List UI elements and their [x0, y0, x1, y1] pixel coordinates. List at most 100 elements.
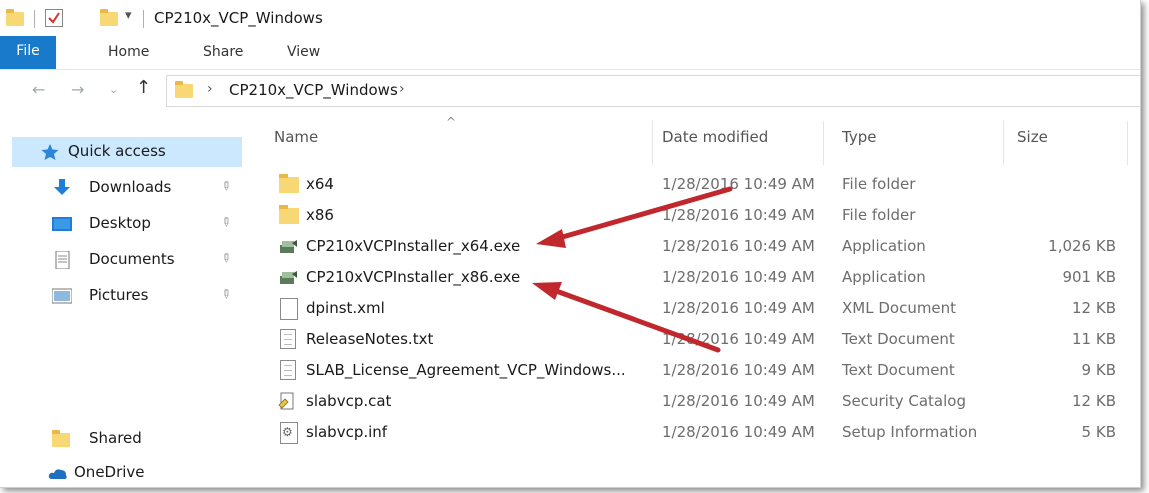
forward-arrow-icon[interactable]: → [71, 80, 84, 99]
sidebar-item-documents[interactable]: Documents ✎ [12, 245, 242, 275]
title-separator-2 [143, 10, 144, 28]
documents-icon [55, 251, 70, 269]
column-separator[interactable] [823, 121, 824, 165]
folder-icon [52, 430, 70, 447]
sidebar-item-label: Documents [89, 250, 175, 268]
new-folder-icon[interactable] [100, 9, 118, 26]
sidebar-item-desktop[interactable]: Desktop ✎ [12, 209, 242, 239]
sidebar-item-label: Desktop [89, 214, 151, 232]
file-size: 1,026 KB [1048, 237, 1116, 255]
file-type: Application [842, 237, 926, 255]
breadcrumb-chevron-icon[interactable]: › [399, 81, 405, 97]
file-row[interactable]: ReleaseNotes.txt 1/28/2016 10:49 AM Text… [256, 325, 1136, 356]
file-name: CP210xVCPInstaller_x64.exe [306, 237, 521, 255]
file-size: 9 KB [1081, 361, 1116, 379]
sidebar-item-label: Shared [89, 429, 142, 447]
setup-info-icon [280, 422, 298, 444]
recent-locations-chevron-icon[interactable]: ⌄ [109, 83, 118, 96]
file-date: 1/28/2016 10:49 AM [662, 268, 815, 286]
column-separator[interactable] [1003, 121, 1004, 165]
file-row[interactable]: SLAB_License_Agreement_VCP_Windows... 1/… [256, 356, 1136, 387]
file-type: Text Document [842, 361, 955, 379]
file-size: 901 KB [1062, 268, 1116, 286]
file-row[interactable]: x86 1/28/2016 10:49 AM File folder [256, 201, 1136, 232]
file-date: 1/28/2016 10:49 AM [662, 237, 815, 255]
tab-view[interactable]: View [287, 44, 320, 60]
file-date: 1/28/2016 10:49 AM [662, 423, 815, 441]
pin-icon[interactable]: ✎ [218, 285, 235, 302]
navigation-bar: ← → ⌄ ↑ › CP210x_VCP_Windows › [0, 69, 1140, 113]
file-list: ^ Name Date modified Type Size x64 1/28/… [256, 113, 1140, 487]
file-size: 12 KB [1072, 392, 1116, 410]
properties-checkmark-icon[interactable] [45, 9, 63, 27]
file-date: 1/28/2016 10:49 AM [662, 175, 815, 193]
folder-icon [279, 174, 299, 193]
cloud-icon [48, 469, 67, 479]
back-arrow-icon[interactable]: ← [32, 80, 45, 99]
file-row[interactable]: dpinst.xml 1/28/2016 10:49 AM XML Docume… [256, 294, 1136, 325]
column-header-type[interactable]: Type [842, 128, 876, 146]
file-size: 5 KB [1081, 423, 1116, 441]
column-separator[interactable] [652, 121, 653, 165]
folder-icon [279, 205, 299, 224]
file-name: x86 [306, 206, 334, 224]
sidebar-item-pictures[interactable]: Pictures ✎ [12, 281, 242, 311]
file-name: slabvcp.inf [306, 423, 388, 441]
folder-icon [175, 81, 193, 98]
file-type: Application [842, 268, 926, 286]
sort-ascending-icon: ^ [446, 115, 457, 129]
pin-icon[interactable]: ✎ [218, 213, 235, 230]
file-date: 1/28/2016 10:49 AM [662, 299, 815, 317]
tab-share[interactable]: Share [203, 44, 243, 60]
pin-icon[interactable]: ✎ [218, 249, 235, 266]
title-bar: ▾ CP210x_VCP_Windows [0, 0, 1140, 36]
file-type: Setup Information [842, 423, 978, 441]
window-title: CP210x_VCP_Windows [154, 9, 323, 27]
ribbon-tabs: File Home Share View [0, 36, 1140, 70]
installer-icon [280, 271, 297, 284]
sidebar-item-onedrive[interactable]: OneDrive [12, 463, 242, 487]
tab-file[interactable]: File [0, 36, 56, 69]
desktop-icon [52, 217, 72, 231]
file-size: 11 KB [1072, 330, 1116, 348]
security-catalog-icon [278, 392, 294, 410]
file-type: File folder [842, 206, 916, 224]
column-header-name[interactable]: Name [274, 128, 318, 146]
file-date: 1/28/2016 10:49 AM [662, 361, 815, 379]
sidebar-item-quick-access[interactable]: Quick access [12, 137, 242, 167]
file-size: 12 KB [1072, 299, 1116, 317]
sidebar-item-label: Quick access [68, 142, 166, 160]
column-header-date-modified[interactable]: Date modified [662, 128, 768, 146]
text-document-icon [280, 360, 296, 380]
quick-access-toolbar-dropdown-icon[interactable]: ▾ [125, 8, 132, 23]
file-type: XML Document [842, 299, 957, 317]
navigation-pane: Quick access Downloads ✎ Desktop ✎ Docum… [0, 113, 255, 487]
download-arrow-icon [54, 179, 70, 195]
file-row[interactable]: CP210xVCPInstaller_x86.exe 1/28/2016 10:… [256, 263, 1136, 294]
column-header-size[interactable]: Size [1017, 128, 1048, 146]
file-name: slabvcp.cat [306, 392, 392, 410]
file-explorer-window: ▾ CP210x_VCP_Windows File Home Share Vie… [0, 0, 1141, 488]
file-row[interactable]: x64 1/28/2016 10:49 AM File folder [256, 170, 1136, 201]
pin-icon[interactable]: ✎ [218, 177, 235, 194]
tab-home[interactable]: Home [108, 44, 149, 60]
up-arrow-icon[interactable]: ↑ [136, 77, 151, 98]
pictures-icon [52, 288, 72, 304]
breadcrumb-current-folder[interactable]: CP210x_VCP_Windows [229, 81, 398, 99]
installer-icon [280, 240, 297, 253]
column-separator[interactable] [1127, 121, 1128, 165]
sidebar-item-label: Downloads [89, 178, 172, 196]
file-row[interactable]: slabvcp.cat 1/28/2016 10:49 AM Security … [256, 387, 1136, 418]
file-name: x64 [306, 175, 334, 193]
file-row[interactable]: slabvcp.inf 1/28/2016 10:49 AM Setup Inf… [256, 418, 1136, 449]
file-date: 1/28/2016 10:49 AM [662, 206, 815, 224]
breadcrumb-chevron-icon[interactable]: › [207, 81, 213, 97]
address-bar[interactable]: › CP210x_VCP_Windows › [166, 75, 1140, 107]
sidebar-item-shared[interactable]: Shared [12, 424, 242, 454]
document-icon [280, 298, 298, 320]
folder-icon [6, 9, 24, 26]
file-row[interactable]: CP210xVCPInstaller_x64.exe 1/28/2016 10:… [256, 232, 1136, 263]
file-name: dpinst.xml [306, 299, 385, 317]
sidebar-item-downloads[interactable]: Downloads ✎ [12, 173, 242, 203]
file-type: Security Catalog [842, 392, 966, 410]
